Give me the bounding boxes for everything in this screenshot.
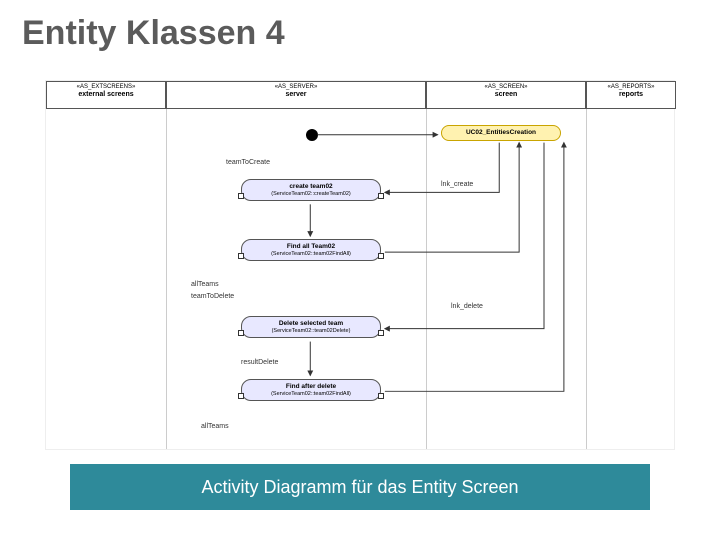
lane-server: «AS_SERVER» server	[166, 81, 426, 109]
label-team-to-create: teamToCreate	[226, 159, 270, 166]
activity-find-after-delete: Find after delete (ServiceTeam02::team02…	[241, 379, 381, 401]
lane-external-screens: «AS_EXTSCREENS» external screens	[46, 81, 166, 109]
initial-node-icon	[306, 129, 318, 141]
lane-divider	[426, 109, 427, 449]
activity-diagram: «AS_EXTSCREENS» external screens «AS_SER…	[45, 80, 675, 450]
pin-icon	[238, 393, 244, 399]
pin-icon	[238, 253, 244, 259]
lane-divider	[166, 109, 167, 449]
lane-stereo: «AS_EXTSCREENS»	[47, 84, 165, 91]
pin-icon	[378, 253, 384, 259]
pin-icon	[378, 330, 384, 336]
lane-stereo: «AS_SERVER»	[167, 84, 425, 91]
activity-name: create team02	[246, 183, 376, 191]
label-lnk-create: lnk_create	[441, 181, 473, 188]
label-result-delete: resultDelete	[241, 359, 278, 366]
lane-reports: «AS_REPORTS» reports	[586, 81, 676, 109]
slide: Entity Klassen 4 «AS_EXTSCREENS» externa…	[0, 0, 720, 540]
pin-icon	[238, 330, 244, 336]
activity-desc: (ServiceTeam02::createTeam02)	[246, 191, 376, 198]
activity-desc: (ServiceTeam02::team02FindAll)	[246, 251, 376, 258]
swimlane-header-row: «AS_EXTSCREENS» external screens «AS_SER…	[46, 81, 674, 111]
activity-desc: (ServiceTeam02::team02FindAll)	[246, 391, 376, 398]
lane-name: server	[167, 91, 425, 99]
pin-icon	[378, 393, 384, 399]
label-lnk-delete: lnk_delete	[451, 303, 483, 310]
pin-icon	[378, 193, 384, 199]
activity-name: Find all Team02	[246, 243, 376, 251]
label-all-teams: allTeams	[191, 281, 219, 288]
caption-text: Activity Diagramm für das Entity Screen	[201, 477, 518, 497]
lane-name: screen	[427, 91, 585, 99]
lane-name: reports	[587, 91, 675, 99]
activity-name: UC02_EntitiesCreation	[446, 129, 556, 137]
activity-create-team: create team02 (ServiceTeam02::createTeam…	[241, 179, 381, 201]
activity-name: Delete selected team	[246, 320, 376, 328]
lane-screen: «AS_SCREEN» screen	[426, 81, 586, 109]
lane-stereo: «AS_SCREEN»	[427, 84, 585, 91]
caption-bar: Activity Diagramm für das Entity Screen	[70, 464, 650, 510]
lane-name: external screens	[47, 91, 165, 99]
activity-uc-entities: UC02_EntitiesCreation	[441, 125, 561, 141]
activity-find-all: Find all Team02 (ServiceTeam02::team02Fi…	[241, 239, 381, 261]
label-team-to-delete: teamToDelete	[191, 293, 234, 300]
slide-title: Entity Klassen 4	[22, 14, 285, 53]
pin-icon	[238, 193, 244, 199]
label-all-teams-2: allTeams	[201, 423, 229, 430]
activity-delete-selected: Delete selected team (ServiceTeam02::tea…	[241, 316, 381, 338]
activity-name: Find after delete	[246, 383, 376, 391]
activity-desc: (ServiceTeam02::team02Delete)	[246, 328, 376, 335]
lane-stereo: «AS_REPORTS»	[587, 84, 675, 91]
lane-divider	[586, 109, 587, 449]
